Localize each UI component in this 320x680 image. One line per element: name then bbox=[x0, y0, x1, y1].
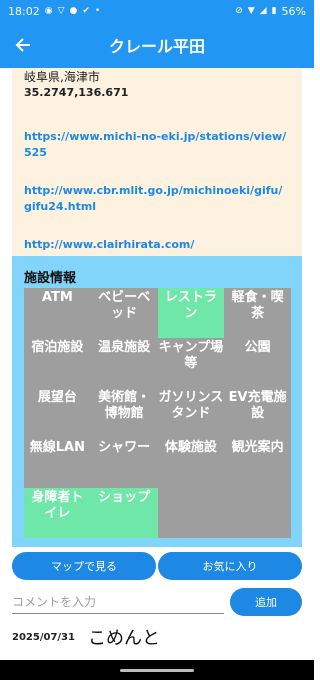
facility-cell: ATM bbox=[41, 290, 73, 305]
facility-grid: ATM ベビーベッド レストラン 軽食・喫茶宿泊施設 温泉施設 キャンプ場等 公園展望台 美術… bbox=[24, 288, 291, 538]
app-bar: クレール平田 bbox=[0, 22, 314, 68]
signal-icon: ◢ bbox=[259, 5, 267, 16]
status-time: 18:02 bbox=[8, 4, 40, 18]
battery-icon: ▮ bbox=[271, 5, 277, 16]
comment-date: 2025/07/31 bbox=[12, 631, 75, 643]
facility-cell: ガソリンスタンド bbox=[158, 390, 224, 421]
navigation-icon: ▽ bbox=[57, 5, 65, 16]
facility-cell: 宿泊施設 bbox=[31, 340, 84, 355]
wifi-icon: ▼ bbox=[247, 5, 255, 16]
more-dot-icon: • bbox=[94, 5, 101, 16]
facility-cell: 温泉施設 bbox=[98, 340, 151, 355]
back-arrow-icon bbox=[15, 38, 30, 52]
comment-item: 2025/07/31 こめんと bbox=[12, 624, 302, 650]
facility-cell: 観光案内 bbox=[231, 440, 284, 455]
facility-cell: 軽食・喫茶 bbox=[231, 290, 284, 321]
facility-cell: 無線LAN bbox=[29, 440, 85, 455]
facility-cell: ショップ bbox=[90, 488, 158, 538]
facility-cell: EV充電施設 bbox=[228, 390, 287, 421]
chat-icon: ● bbox=[69, 5, 78, 16]
facility-cell: 美術館・博物館 bbox=[98, 390, 151, 421]
home-gesture-handle[interactable] bbox=[120, 668, 194, 672]
battery-level: 56% bbox=[281, 4, 306, 18]
check-icon: ✔ bbox=[82, 5, 90, 16]
link-clairhirata[interactable]: http://www.clairhirata.com/ bbox=[24, 237, 290, 253]
address-text: 岐阜県,海津市 bbox=[24, 70, 100, 84]
facility-cell: 公園 bbox=[244, 340, 271, 355]
notification-icon: ◉ bbox=[44, 5, 53, 16]
link-michi-no-eki[interactable]: https://www.michi-no-eki.jp/stations/vie… bbox=[24, 129, 290, 161]
back-button[interactable] bbox=[0, 22, 46, 68]
status-bar: 18:02 ◉ ▽ ● ✔ • ⊘ ▼ ◢ ▮ 56% bbox=[0, 0, 314, 22]
comment-input[interactable] bbox=[12, 590, 224, 614]
action-buttons: マップで見る お気に入り bbox=[12, 552, 302, 580]
facility-cell: レストラン bbox=[157, 288, 225, 338]
facility-cell: 身障者トイレ bbox=[24, 488, 91, 538]
add-comment-button[interactable]: 追加 bbox=[230, 588, 302, 616]
system-nav-bar bbox=[0, 660, 314, 680]
comment-text: こめんと bbox=[88, 628, 160, 649]
facility-cell: ベビーベッド bbox=[98, 290, 151, 321]
coordinates-text: 35.2747,136.671 bbox=[24, 86, 129, 99]
page-title: クレール平田 bbox=[108, 37, 205, 56]
favorite-button[interactable]: お気に入り bbox=[158, 552, 302, 580]
facility-cell: キャンプ場等 bbox=[158, 340, 224, 371]
alarm-icon: ⊘ bbox=[235, 5, 243, 16]
comment-form: 追加 bbox=[12, 588, 302, 616]
link-mlit[interactable]: http://www.cbr.mlit.go.jp/michinoeki/gif… bbox=[24, 183, 290, 215]
facility-cell: 展望台 bbox=[37, 390, 77, 405]
facility-card: 施設情報 ATM ベビーベッド レストラン 軽食・喫茶宿泊施設 温泉施設 キャンプ場等 公園… bbox=[12, 256, 302, 547]
facility-cell: 体験施設 bbox=[164, 440, 217, 455]
facility-cell: シャワー bbox=[98, 440, 151, 455]
facility-title: 施設情報 bbox=[24, 271, 77, 286]
map-button[interactable]: マップで見る bbox=[12, 552, 156, 580]
station-info-card: 岐阜県,海津市 35.2747,136.671 https://www.mich… bbox=[12, 68, 302, 256]
